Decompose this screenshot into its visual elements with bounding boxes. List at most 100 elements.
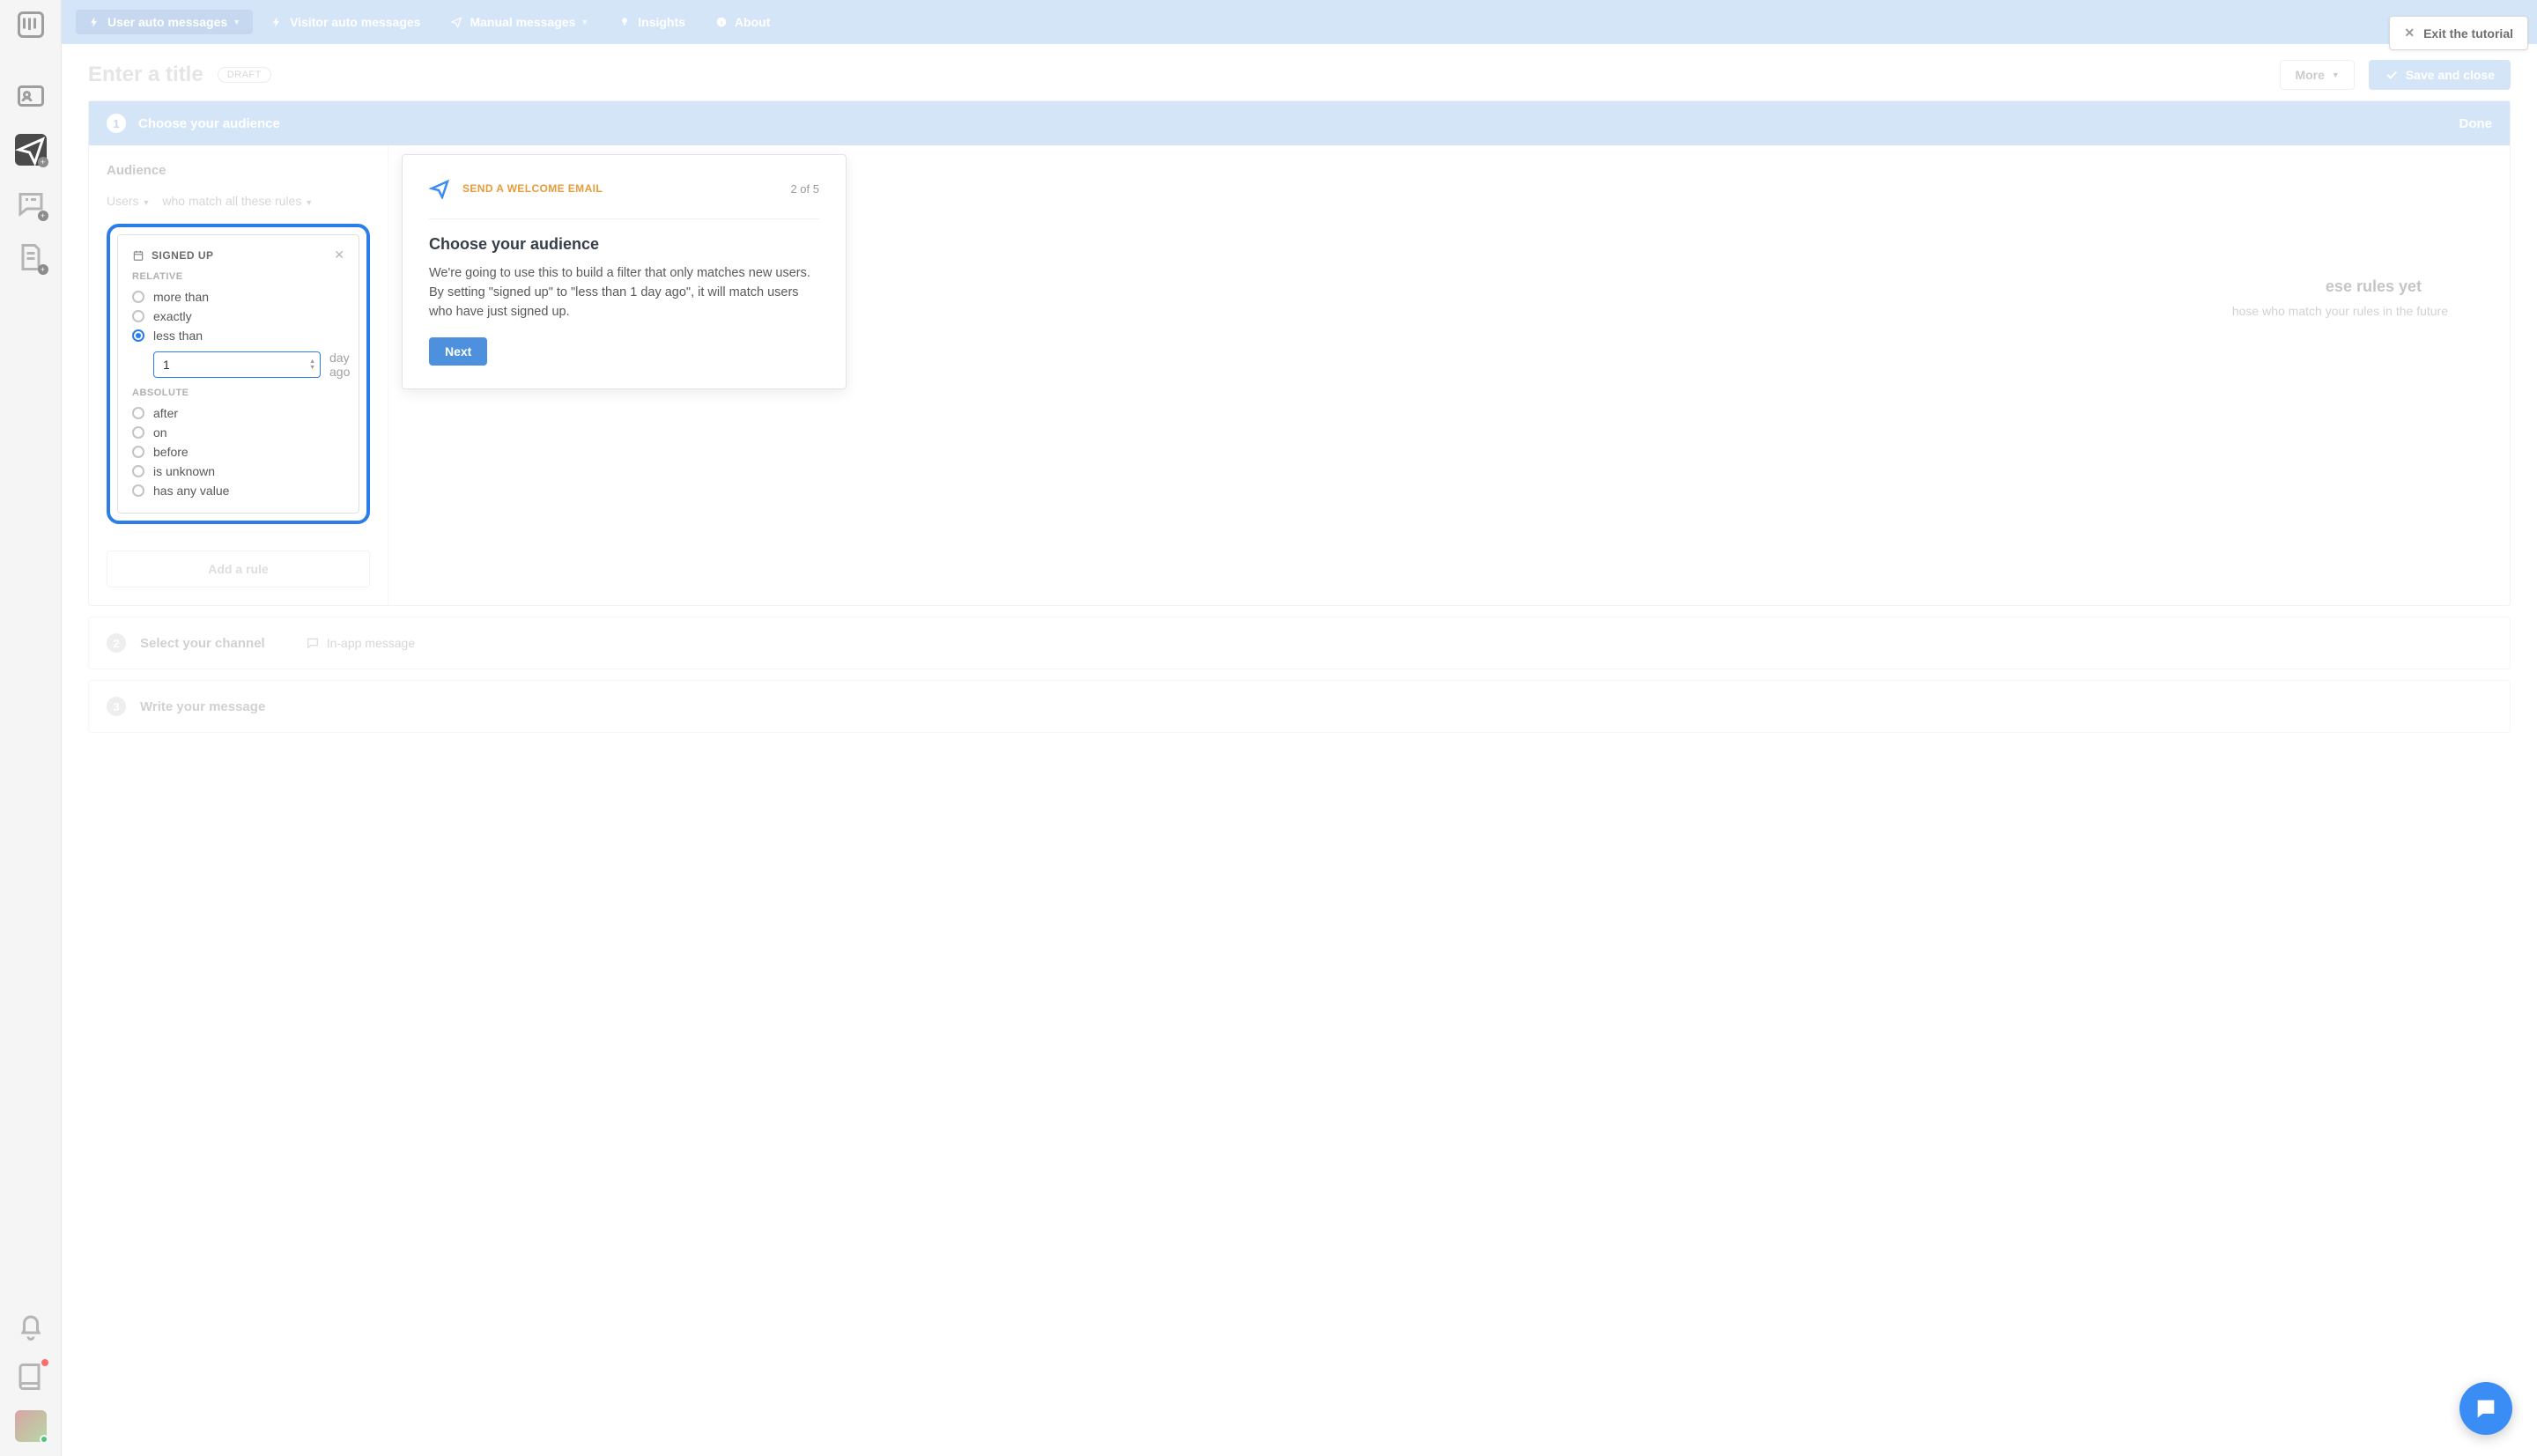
left-nav-rail: + + + <box>0 0 62 1456</box>
tutorial-highlight: SIGNED UP ✕ RELATIVE more than exactly l… <box>107 224 370 524</box>
presence-dot <box>40 1435 48 1444</box>
radio-exactly[interactable]: exactly <box>132 307 344 326</box>
audience-section-label: Audience <box>107 163 370 178</box>
radio-label: exactly <box>153 309 192 323</box>
tab-insights[interactable]: Insights <box>606 10 698 34</box>
radio-icon <box>132 484 144 497</box>
notification-dot <box>41 1359 48 1366</box>
more-button[interactable]: More ▼ <box>2280 60 2354 90</box>
bulb-icon <box>618 16 631 28</box>
rule-card: SIGNED UP ✕ RELATIVE more than exactly l… <box>117 234 359 514</box>
tab-label: Visitor auto messages <box>290 15 420 29</box>
save-label: Save and close <box>2406 68 2495 82</box>
user-avatar[interactable] <box>15 1410 47 1442</box>
nav-people-icon[interactable] <box>15 80 47 112</box>
step-3-panel[interactable]: 3 Write your message <box>88 680 2511 733</box>
number-stepper[interactable]: ▲▼ <box>309 358 315 371</box>
check-icon <box>2385 68 2399 82</box>
chevron-down-icon: ▼ <box>233 18 240 26</box>
step-number: 1 <box>107 114 126 133</box>
tooltip-kicker: SEND A WELCOME EMAIL <box>462 182 603 195</box>
radio-before[interactable]: before <box>132 442 344 462</box>
tab-label: User auto messages <box>107 15 227 29</box>
info-icon: i <box>715 16 728 28</box>
radio-icon <box>132 291 144 303</box>
step-number: 2 <box>107 633 126 653</box>
chevron-down-icon: ▼ <box>305 198 313 207</box>
radio-more-than[interactable]: more than <box>132 287 344 307</box>
step-2-panel[interactable]: 2 Select your channel In-app message <box>88 617 2511 669</box>
chevron-down-icon: ▼ <box>2332 70 2340 79</box>
more-label: More <box>2295 68 2324 82</box>
radio-icon <box>132 426 144 439</box>
tab-label: About <box>735 15 770 29</box>
audience-filter-row: Users ▼ who match all these rules ▼ <box>107 194 370 208</box>
rule-title: SIGNED UP <box>152 249 214 262</box>
radio-after[interactable]: after <box>132 403 344 423</box>
nav-plus-badge-3: + <box>38 264 48 275</box>
radio-label: has any value <box>153 484 229 498</box>
title-input[interactable]: Enter a title <box>88 63 203 87</box>
done-button[interactable]: Done <box>2459 116 2493 131</box>
filter-subject-dropdown[interactable]: Users ▼ <box>107 194 150 208</box>
radio-label: more than <box>153 290 209 304</box>
unit-label: day ago <box>329 351 350 379</box>
radio-label: before <box>153 445 189 459</box>
radio-is-unknown[interactable]: is unknown <box>132 462 344 481</box>
radio-icon <box>132 329 144 342</box>
nav-chat-icon[interactable]: + <box>15 188 47 219</box>
nav-bell-icon[interactable] <box>15 1312 47 1343</box>
absolute-section-label: ABSOLUTE <box>132 388 344 398</box>
radio-icon <box>132 446 144 458</box>
tab-label: Insights <box>638 15 685 29</box>
empty-state-subtitle: hose who match your rules in the future <box>2232 304 2448 318</box>
exit-tutorial-button[interactable]: ✕ Exit the tutorial <box>2389 16 2528 50</box>
add-rule-button[interactable]: Add a rule <box>107 551 370 588</box>
radio-less-than[interactable]: less than <box>132 326 344 345</box>
next-button[interactable]: Next <box>429 337 487 366</box>
top-nav: User auto messages ▼ Visitor auto messag… <box>62 0 2537 44</box>
filter-clause-dropdown[interactable]: who match all these rules ▼ <box>162 194 313 208</box>
tab-about[interactable]: i About <box>703 10 782 34</box>
step-label: Select your channel <box>140 636 265 651</box>
radio-label: on <box>153 425 167 440</box>
tab-manual-messages[interactable]: Manual messages ▼ <box>438 10 601 34</box>
tooltip-step-counter: 2 of 5 <box>790 182 819 196</box>
save-and-close-button[interactable]: Save and close <box>2369 60 2511 90</box>
tooltip-title: Choose your audience <box>429 235 819 254</box>
logo-icon[interactable] <box>15 9 47 41</box>
exit-tutorial-label: Exit the tutorial <box>2423 26 2513 41</box>
lightning-icon <box>270 16 283 28</box>
radio-label: is unknown <box>153 464 215 478</box>
draft-badge: DRAFT <box>218 67 271 83</box>
step-label: Choose your audience <box>138 116 280 131</box>
radio-on[interactable]: on <box>132 423 344 442</box>
tab-label: Manual messages <box>470 15 575 29</box>
nav-send-icon[interactable]: + <box>15 134 47 166</box>
nav-doc-icon[interactable]: + <box>15 241 47 273</box>
radio-label: after <box>153 406 178 420</box>
svg-text:i: i <box>721 18 722 26</box>
step-label: Write your message <box>140 699 265 714</box>
nav-plus-badge: + <box>38 157 48 167</box>
step-1-header: 1 Choose your audience Done <box>89 101 2510 145</box>
lightning-icon <box>88 16 100 28</box>
chevron-down-icon: ▼ <box>142 198 150 207</box>
tab-user-auto-messages[interactable]: User auto messages ▼ <box>76 10 253 34</box>
tutorial-tooltip: SEND A WELCOME EMAIL 2 of 5 Choose your … <box>402 154 847 389</box>
nav-help-icon[interactable] <box>15 1361 47 1393</box>
tab-visitor-auto-messages[interactable]: Visitor auto messages <box>258 10 433 34</box>
send-icon <box>429 178 450 199</box>
close-icon[interactable]: ✕ <box>334 248 344 262</box>
step-1-panel: 1 Choose your audience Done Audience Use… <box>88 100 2511 606</box>
radio-icon <box>132 465 144 477</box>
days-input[interactable] <box>153 351 321 378</box>
radio-icon <box>132 407 144 419</box>
radio-icon <box>132 310 144 322</box>
radio-has-any-value[interactable]: has any value <box>132 481 344 500</box>
speech-bubble-icon <box>306 636 320 650</box>
intercom-launcher[interactable] <box>2459 1382 2512 1435</box>
radio-label: less than <box>153 329 203 343</box>
intercom-icon <box>2474 1396 2498 1421</box>
page-header: Enter a title DRAFT More ▼ Save and clos… <box>62 44 2537 97</box>
